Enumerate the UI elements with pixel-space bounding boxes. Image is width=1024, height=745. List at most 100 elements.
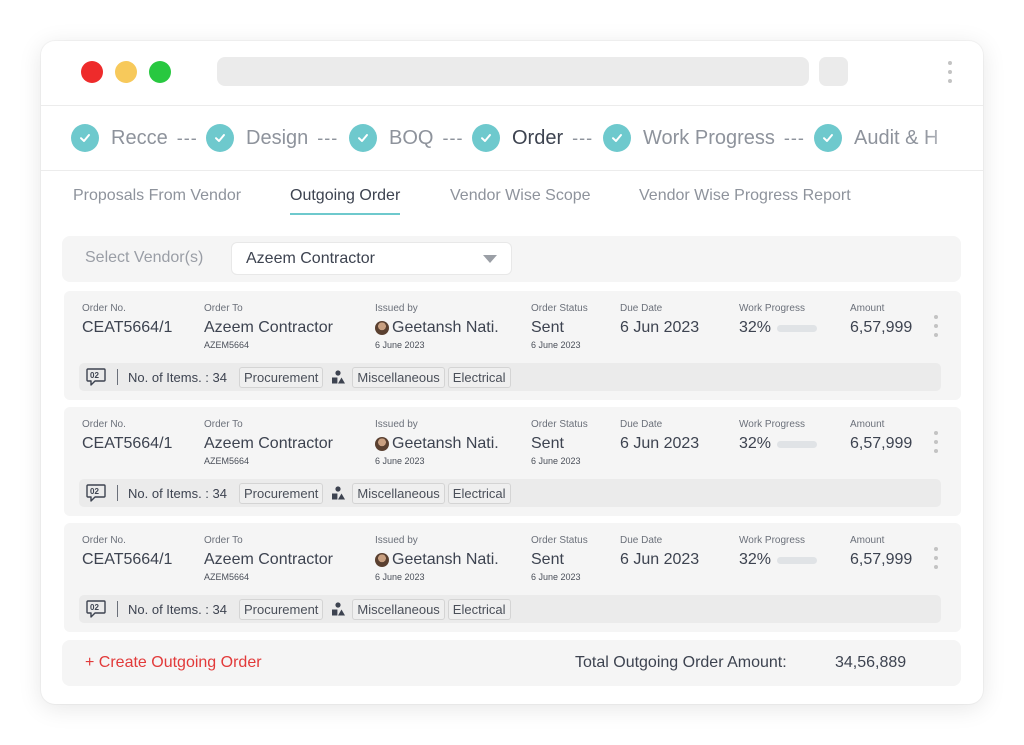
vendor-filter-label: Select Vendor(s): [85, 249, 204, 266]
order-no-cell: Order No. CEAT5664/1: [82, 303, 172, 337]
step-recce[interactable]: Recce ---: [71, 123, 198, 153]
tab-vendor-wise-scope[interactable]: Vendor Wise Scope: [450, 187, 591, 205]
create-outgoing-order-button[interactable]: + Create Outgoing Order: [85, 654, 262, 672]
tag-procurement[interactable]: Procurement: [239, 482, 324, 504]
step-audit[interactable]: Audit & H: [814, 123, 938, 153]
step-separator: ---: [176, 127, 198, 148]
row-menu-icon[interactable]: [932, 315, 940, 337]
due-date-value: 6 Jun 2023: [620, 551, 700, 568]
amount-cell: Amount 6,57,999: [850, 535, 912, 569]
order-status-cell: Order Status Sent 6 June 2023: [531, 303, 588, 350]
amount-value: 6,57,999: [850, 435, 913, 452]
order-card[interactable]: Order No. CEAT5664/1 Order To Azeem Cont…: [64, 291, 961, 400]
comment-icon[interactable]: 02: [85, 599, 107, 619]
order-status-value: Sent: [531, 435, 564, 452]
tag-electrical[interactable]: Electrical: [447, 366, 511, 388]
step-design[interactable]: Design ---: [206, 123, 338, 153]
issued-by-caption: Issued by: [375, 419, 418, 430]
comment-count: 02: [90, 487, 99, 496]
due-date-value: 6 Jun 2023: [620, 319, 700, 336]
order-status-value: Sent: [531, 319, 564, 336]
due-date-cell: Due Date 6 Jun 2023: [620, 535, 699, 569]
tag-miscellaneous[interactable]: Miscellaneous: [352, 366, 445, 388]
items-count: No. of Items. : 34: [128, 601, 227, 617]
comment-icon[interactable]: 02: [85, 483, 107, 503]
chevron-down-icon[interactable]: [483, 255, 497, 263]
step-separator: ---: [442, 127, 464, 148]
order-no-cell: Order No. CEAT5664/1: [82, 535, 172, 569]
maximize-window-button[interactable]: [149, 61, 171, 83]
items-count: No. of Items. : 34: [128, 485, 227, 501]
vendor-selected-value: Azeem Contractor: [246, 250, 375, 267]
order-footer-bar: + Create Outgoing Order Total Outgoing O…: [62, 640, 961, 686]
people-icon: [332, 370, 346, 384]
avatar: [375, 321, 389, 335]
due-date-caption: Due Date: [620, 419, 663, 430]
vendor-filter-bar: Select Vendor(s) Azeem Contractor: [62, 236, 961, 282]
divider: [117, 485, 118, 501]
order-status-cell: Order Status Sent 6 June 2023: [531, 419, 588, 466]
amount-caption: Amount: [850, 303, 885, 314]
check-icon: [472, 124, 500, 152]
people-icon: [332, 602, 346, 616]
due-date-cell: Due Date 6 Jun 2023: [620, 303, 699, 337]
browser-window: Recce --- Design --- BOQ --- Order --- W…: [41, 41, 983, 704]
step-label: Design: [246, 126, 309, 149]
tag-miscellaneous[interactable]: Miscellaneous: [352, 482, 445, 504]
check-icon: [349, 124, 377, 152]
step-order[interactable]: Order ---: [472, 123, 593, 153]
step-boq[interactable]: BOQ ---: [349, 123, 463, 153]
order-status-date: 6 June 2023: [531, 456, 581, 466]
issued-by-name: Geetansh Nati.: [392, 319, 499, 336]
tab-outgoing-order[interactable]: Outgoing Order: [290, 187, 401, 215]
progress-bar: [777, 440, 818, 448]
due-date-caption: Due Date: [620, 535, 663, 546]
tag-miscellaneous[interactable]: Miscellaneous: [352, 598, 445, 620]
avatar: [375, 437, 389, 451]
tag-electrical[interactable]: Electrical: [447, 598, 511, 620]
order-card-footer: 02 No. of Items. : 34 Procurement Miscel…: [79, 363, 941, 391]
row-menu-icon[interactable]: [932, 431, 940, 453]
tab-proposals-from-vendor[interactable]: Proposals From Vendor: [73, 187, 241, 205]
step-separator: ---: [572, 127, 594, 148]
step-work-progress[interactable]: Work Progress ---: [603, 123, 805, 153]
comment-icon[interactable]: 02: [85, 367, 107, 387]
order-to-caption: Order To: [204, 419, 243, 430]
amount-value: 6,57,999: [850, 319, 913, 336]
tab-vendor-wise-progress-report[interactable]: Vendor Wise Progress Report: [639, 187, 851, 205]
order-card-footer: 02 No. of Items. : 34 Procurement Miscel…: [79, 479, 941, 507]
issued-date: 6 June 2023: [375, 340, 425, 350]
overflow-fade: [923, 107, 983, 170]
order-no-caption: Order No.: [82, 419, 126, 430]
vendor-select[interactable]: Azeem Contractor: [231, 242, 512, 275]
check-icon: [814, 124, 842, 152]
tag-procurement[interactable]: Procurement: [239, 598, 324, 620]
order-card[interactable]: Order No. CEAT5664/1 Order To Azeem Cont…: [64, 523, 961, 632]
close-window-button[interactable]: [81, 61, 103, 83]
due-date-cell: Due Date 6 Jun 2023: [620, 419, 699, 453]
work-progress-value: 32%: [739, 551, 772, 568]
due-date-caption: Due Date: [620, 303, 663, 314]
order-card[interactable]: Order No. CEAT5664/1 Order To Azeem Cont…: [64, 407, 961, 516]
tag-electrical[interactable]: Electrical: [447, 482, 511, 504]
issued-by-caption: Issued by: [375, 303, 418, 314]
order-to-value: Azeem Contractor: [204, 319, 333, 336]
browser-action-button[interactable]: [819, 57, 848, 86]
order-card-footer: 02 No. of Items. : 34 Procurement Miscel…: [79, 595, 941, 623]
tag-procurement[interactable]: Procurement: [239, 366, 324, 388]
issued-date: 6 June 2023: [375, 572, 425, 582]
minimize-window-button[interactable]: [115, 61, 137, 83]
check-icon: [603, 124, 631, 152]
work-progress-caption: Work Progress: [739, 303, 805, 314]
row-menu-icon[interactable]: [932, 547, 940, 569]
order-to-caption: Order To: [204, 535, 243, 546]
order-no-caption: Order No.: [82, 535, 126, 546]
order-to-value: Azeem Contractor: [204, 551, 333, 568]
order-no-caption: Order No.: [82, 303, 126, 314]
address-bar[interactable]: [217, 57, 809, 86]
amount-caption: Amount: [850, 535, 885, 546]
browser-menu-icon[interactable]: [941, 61, 959, 83]
work-progress-cell: Work Progress 32%: [739, 535, 818, 569]
order-status-cell: Order Status Sent 6 June 2023: [531, 535, 588, 582]
step-label: Recce: [111, 126, 168, 149]
